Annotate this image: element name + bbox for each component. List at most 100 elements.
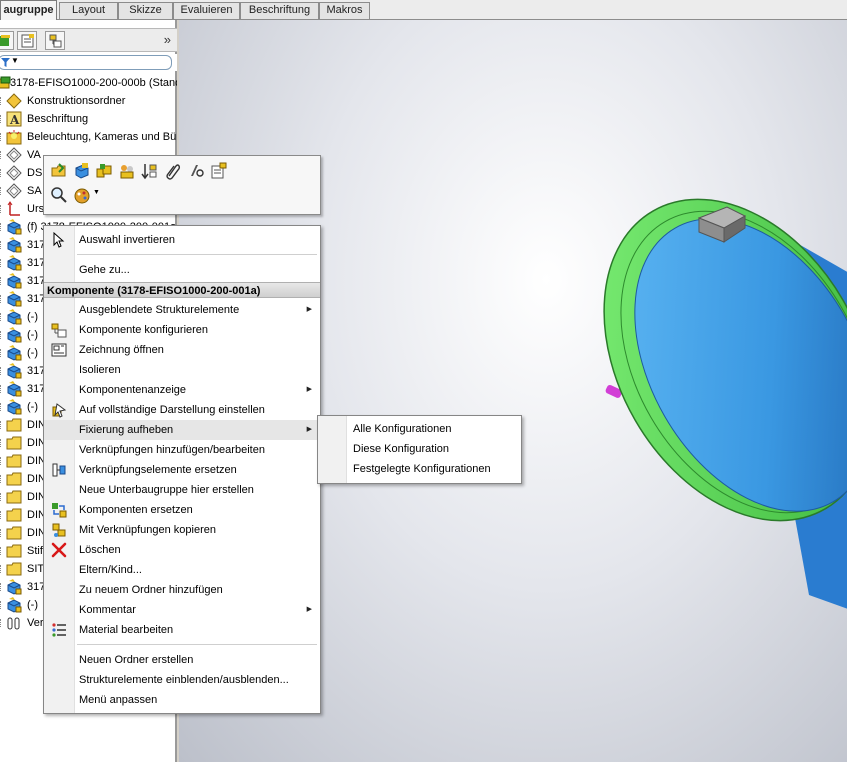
menu-item-komponenten-ersetzen[interactable]: Komponenten ersetzen	[44, 500, 320, 520]
tree-expander[interactable]	[0, 277, 5, 285]
tree-expander[interactable]	[0, 115, 5, 123]
lights-icon	[6, 130, 22, 145]
svg-text:A: A	[9, 113, 20, 127]
filter-dropdown-arrow-icon[interactable]: ▼	[11, 56, 19, 65]
tab-makros[interactable]: Makros	[319, 2, 370, 19]
menu-item-neue-unterbaugruppe[interactable]: Neue Unterbaugruppe hier erstellen	[44, 480, 320, 500]
appearance-dropdown-arrow-icon[interactable]: ▼	[93, 189, 100, 196]
origin-icon	[7, 201, 20, 216]
tree-expander[interactable]	[0, 97, 5, 105]
submenu-arrow-icon: ▶	[306, 606, 312, 613]
tree-item-label: (-)	[27, 329, 38, 341]
tab-evaluieren[interactable]: Evaluieren	[173, 2, 240, 19]
tree-expander[interactable]	[0, 295, 5, 303]
menu-item-mit-verknuepfungen-kopieren[interactable]: Mit Verknüpfungen kopieren	[44, 520, 320, 540]
part-icon	[7, 363, 22, 379]
tree-expander[interactable]	[0, 187, 5, 195]
tree-expander[interactable]	[0, 475, 5, 483]
tab-beschriftung[interactable]: Beschriftung	[240, 2, 319, 19]
folder-icon	[6, 562, 22, 576]
tree-item[interactable]: Beleuchtung, Kameras und Büh	[0, 128, 177, 146]
menu-item-loeschen[interactable]: Löschen	[44, 540, 320, 560]
tree-expander[interactable]	[0, 367, 5, 375]
tree-expander[interactable]	[0, 205, 5, 213]
material-list-icon	[52, 623, 66, 637]
annotation-a-icon: A	[6, 111, 22, 127]
tree-item[interactable]: A Beschriftung	[0, 110, 177, 128]
tree-expander[interactable]	[0, 331, 5, 339]
menu-item-isolieren[interactable]: Isolieren	[44, 360, 320, 380]
menu-item-fixierung-aufheben[interactable]: Fixierung aufheben ▶	[44, 420, 320, 440]
submenu-item-diese-konfiguration[interactable]: Diese Konfiguration	[318, 439, 521, 459]
tree-expander[interactable]	[0, 547, 5, 555]
menu-item-kommentar[interactable]: Kommentar ▶	[44, 600, 320, 620]
property-manager-tab-button[interactable]	[17, 31, 37, 50]
tab-layout[interactable]: Layout	[59, 2, 118, 19]
menu-item-eltern-kind[interactable]: Eltern/Kind...	[44, 560, 320, 580]
tree-expander[interactable]	[0, 619, 5, 627]
tab-baugruppe[interactable]: augruppe	[0, 0, 57, 20]
zoom-to-selection-icon[interactable]	[50, 186, 68, 204]
tree-expander[interactable]	[0, 583, 5, 591]
edit-subassembly-icon[interactable]	[95, 162, 113, 180]
menu-item-strukturelemente-einblenden[interactable]: Strukturelemente einblenden/ausblenden..…	[44, 670, 320, 690]
tree-root-assembly[interactable]: 3178-EFISO1000-200-000b (Stand	[0, 74, 177, 92]
configuration-manager-tab-button[interactable]	[45, 31, 65, 50]
tree-expander[interactable]	[0, 133, 5, 141]
sort-order-icon[interactable]	[141, 162, 159, 180]
menu-item-neuen-ordner-erstellen[interactable]: Neuen Ordner erstellen	[44, 650, 320, 670]
edit-part-icon[interactable]	[73, 162, 91, 180]
open-part-icon[interactable]	[50, 162, 68, 180]
tree-expander[interactable]	[0, 421, 5, 429]
assembly-people-icon[interactable]	[118, 162, 136, 180]
component-properties-icon[interactable]	[210, 162, 228, 180]
plane-icon	[6, 147, 22, 163]
filter-input[interactable]: ▼	[0, 55, 172, 70]
tree-expander[interactable]	[0, 403, 5, 411]
tree-expander[interactable]	[0, 169, 5, 177]
tree-expander[interactable]	[0, 565, 5, 573]
tree-expander[interactable]	[0, 457, 5, 465]
tree-expander[interactable]	[0, 439, 5, 447]
menu-item-zu-neuem-ordner[interactable]: Zu neuem Ordner hinzufügen	[44, 580, 320, 600]
submenu-item-alle-konfigurationen[interactable]: Alle Konfigurationen	[318, 419, 521, 439]
part-icon	[7, 255, 22, 271]
menu-item-verknuepfungen-bearbeiten[interactable]: Verknüpfungen hinzufügen/bearbeiten	[44, 440, 320, 460]
folder-icon	[6, 418, 22, 432]
submenu-item-festgelegte-konfigurationen[interactable]: Festgelegte Konfigurationen	[318, 459, 521, 479]
mate-reference-icon[interactable]	[187, 162, 205, 180]
paperclip-mate-icon[interactable]	[164, 162, 182, 180]
tree-expander[interactable]	[0, 241, 5, 249]
panel-toolbar: »	[0, 28, 177, 52]
folder-icon	[6, 436, 22, 450]
tree-expander[interactable]	[0, 511, 5, 519]
feature-manager-tab-button[interactable]	[0, 31, 14, 50]
tree-expander[interactable]	[0, 493, 5, 501]
tree-expander[interactable]	[0, 601, 5, 609]
expand-panel-chevron[interactable]: »	[164, 32, 171, 47]
tab-skizze[interactable]: Skizze	[118, 2, 173, 19]
menu-item-komponente-konfigurieren[interactable]: Komponente konfigurieren	[44, 320, 320, 340]
part-icon	[7, 345, 22, 361]
tree-expander[interactable]	[0, 259, 5, 267]
menu-item-menue-anpassen[interactable]: Menü anpassen	[44, 690, 320, 710]
mates-icon	[7, 617, 20, 630]
tree-item[interactable]: Konstruktionsordner	[0, 92, 177, 110]
menu-item-zeichnung-oeffnen[interactable]: Zeichnung öffnen	[44, 340, 320, 360]
menu-item-auswahl-invertieren[interactable]: Auswahl invertieren	[44, 230, 320, 250]
tree-item-label: Stif	[27, 545, 43, 557]
tree-expander[interactable]	[0, 151, 5, 159]
menu-item-gehe-zu[interactable]: Gehe zu...	[44, 260, 320, 280]
tree-expander[interactable]	[0, 223, 5, 231]
tree-expander[interactable]	[0, 313, 5, 321]
tree-item-label: VA	[27, 149, 41, 161]
tree-expander[interactable]	[0, 529, 5, 537]
menu-item-verknuepfungselemente-ersetzen[interactable]: Verknüpfungselemente ersetzen	[44, 460, 320, 480]
tree-expander[interactable]	[0, 385, 5, 393]
appearance-icon[interactable]	[73, 186, 91, 204]
menu-item-material-bearbeiten[interactable]: Material bearbeiten	[44, 620, 320, 640]
tree-expander[interactable]	[0, 349, 5, 357]
menu-item-vollstaendige-darstellung[interactable]: Auf vollständige Darstellung einstellen	[44, 400, 320, 420]
menu-item-komponentenanzeige[interactable]: Komponentenanzeige ▶	[44, 380, 320, 400]
menu-item-ausgeblendete-strukturelemente[interactable]: Ausgeblendete Strukturelemente ▶	[44, 300, 320, 320]
